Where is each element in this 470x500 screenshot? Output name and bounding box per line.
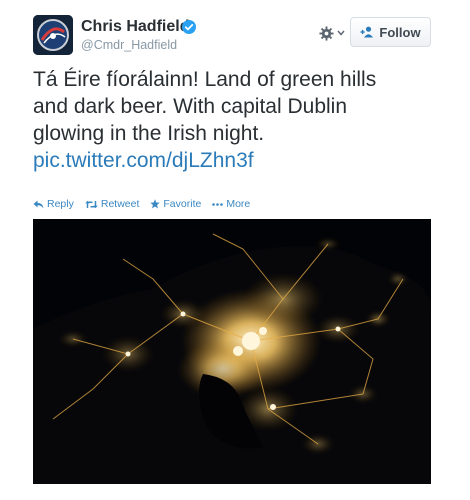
tweet-header: Chris Hadfield @Cmdr_Hadfield Follow (0, 0, 470, 62)
reply-icon (33, 200, 44, 208)
ellipsis-icon (212, 202, 224, 206)
more-label: More (226, 198, 251, 210)
reply-label: Reply (47, 198, 74, 210)
star-icon (150, 199, 161, 209)
night-city-lights-image (33, 219, 431, 484)
tweet-text-line: and dark beer. With capital Dublin (33, 95, 348, 118)
tweet-text-line: glowing in the Irish night. (33, 122, 265, 145)
reply-button[interactable]: Reply (33, 198, 74, 210)
tweet-text: Tá Éire fíorálainn! Land of green hills … (33, 66, 453, 174)
favorite-label: Favorite (163, 198, 202, 210)
user-handle[interactable]: @Cmdr_Hadfield (81, 38, 177, 52)
verified-badge-icon (182, 20, 196, 34)
user-actions-dropdown[interactable] (319, 22, 347, 44)
chevron-down-icon (337, 30, 345, 36)
follow-button-label: Follow (379, 24, 421, 40)
tweet-actions: Reply Retweet Favorite More (33, 197, 261, 211)
tweet-photo-link[interactable]: pic.twitter.com/djLZhn3f (33, 147, 453, 174)
avatar[interactable] (33, 15, 73, 55)
follow-button[interactable]: Follow (350, 17, 431, 47)
user-name[interactable]: Chris Hadfield (81, 18, 189, 36)
gear-icon (319, 25, 334, 41)
mission-patch-icon (33, 15, 73, 55)
more-button[interactable]: More (212, 198, 250, 210)
favorite-button[interactable]: Favorite (150, 198, 201, 210)
retweet-icon (85, 200, 98, 208)
retweet-button[interactable]: Retweet (85, 198, 140, 210)
tweet-photo[interactable] (33, 219, 431, 484)
add-user-icon (360, 26, 374, 38)
tweet-text-line: Tá Éire fíorálainn! Land of green hills (33, 68, 377, 91)
retweet-label: Retweet (100, 198, 140, 210)
